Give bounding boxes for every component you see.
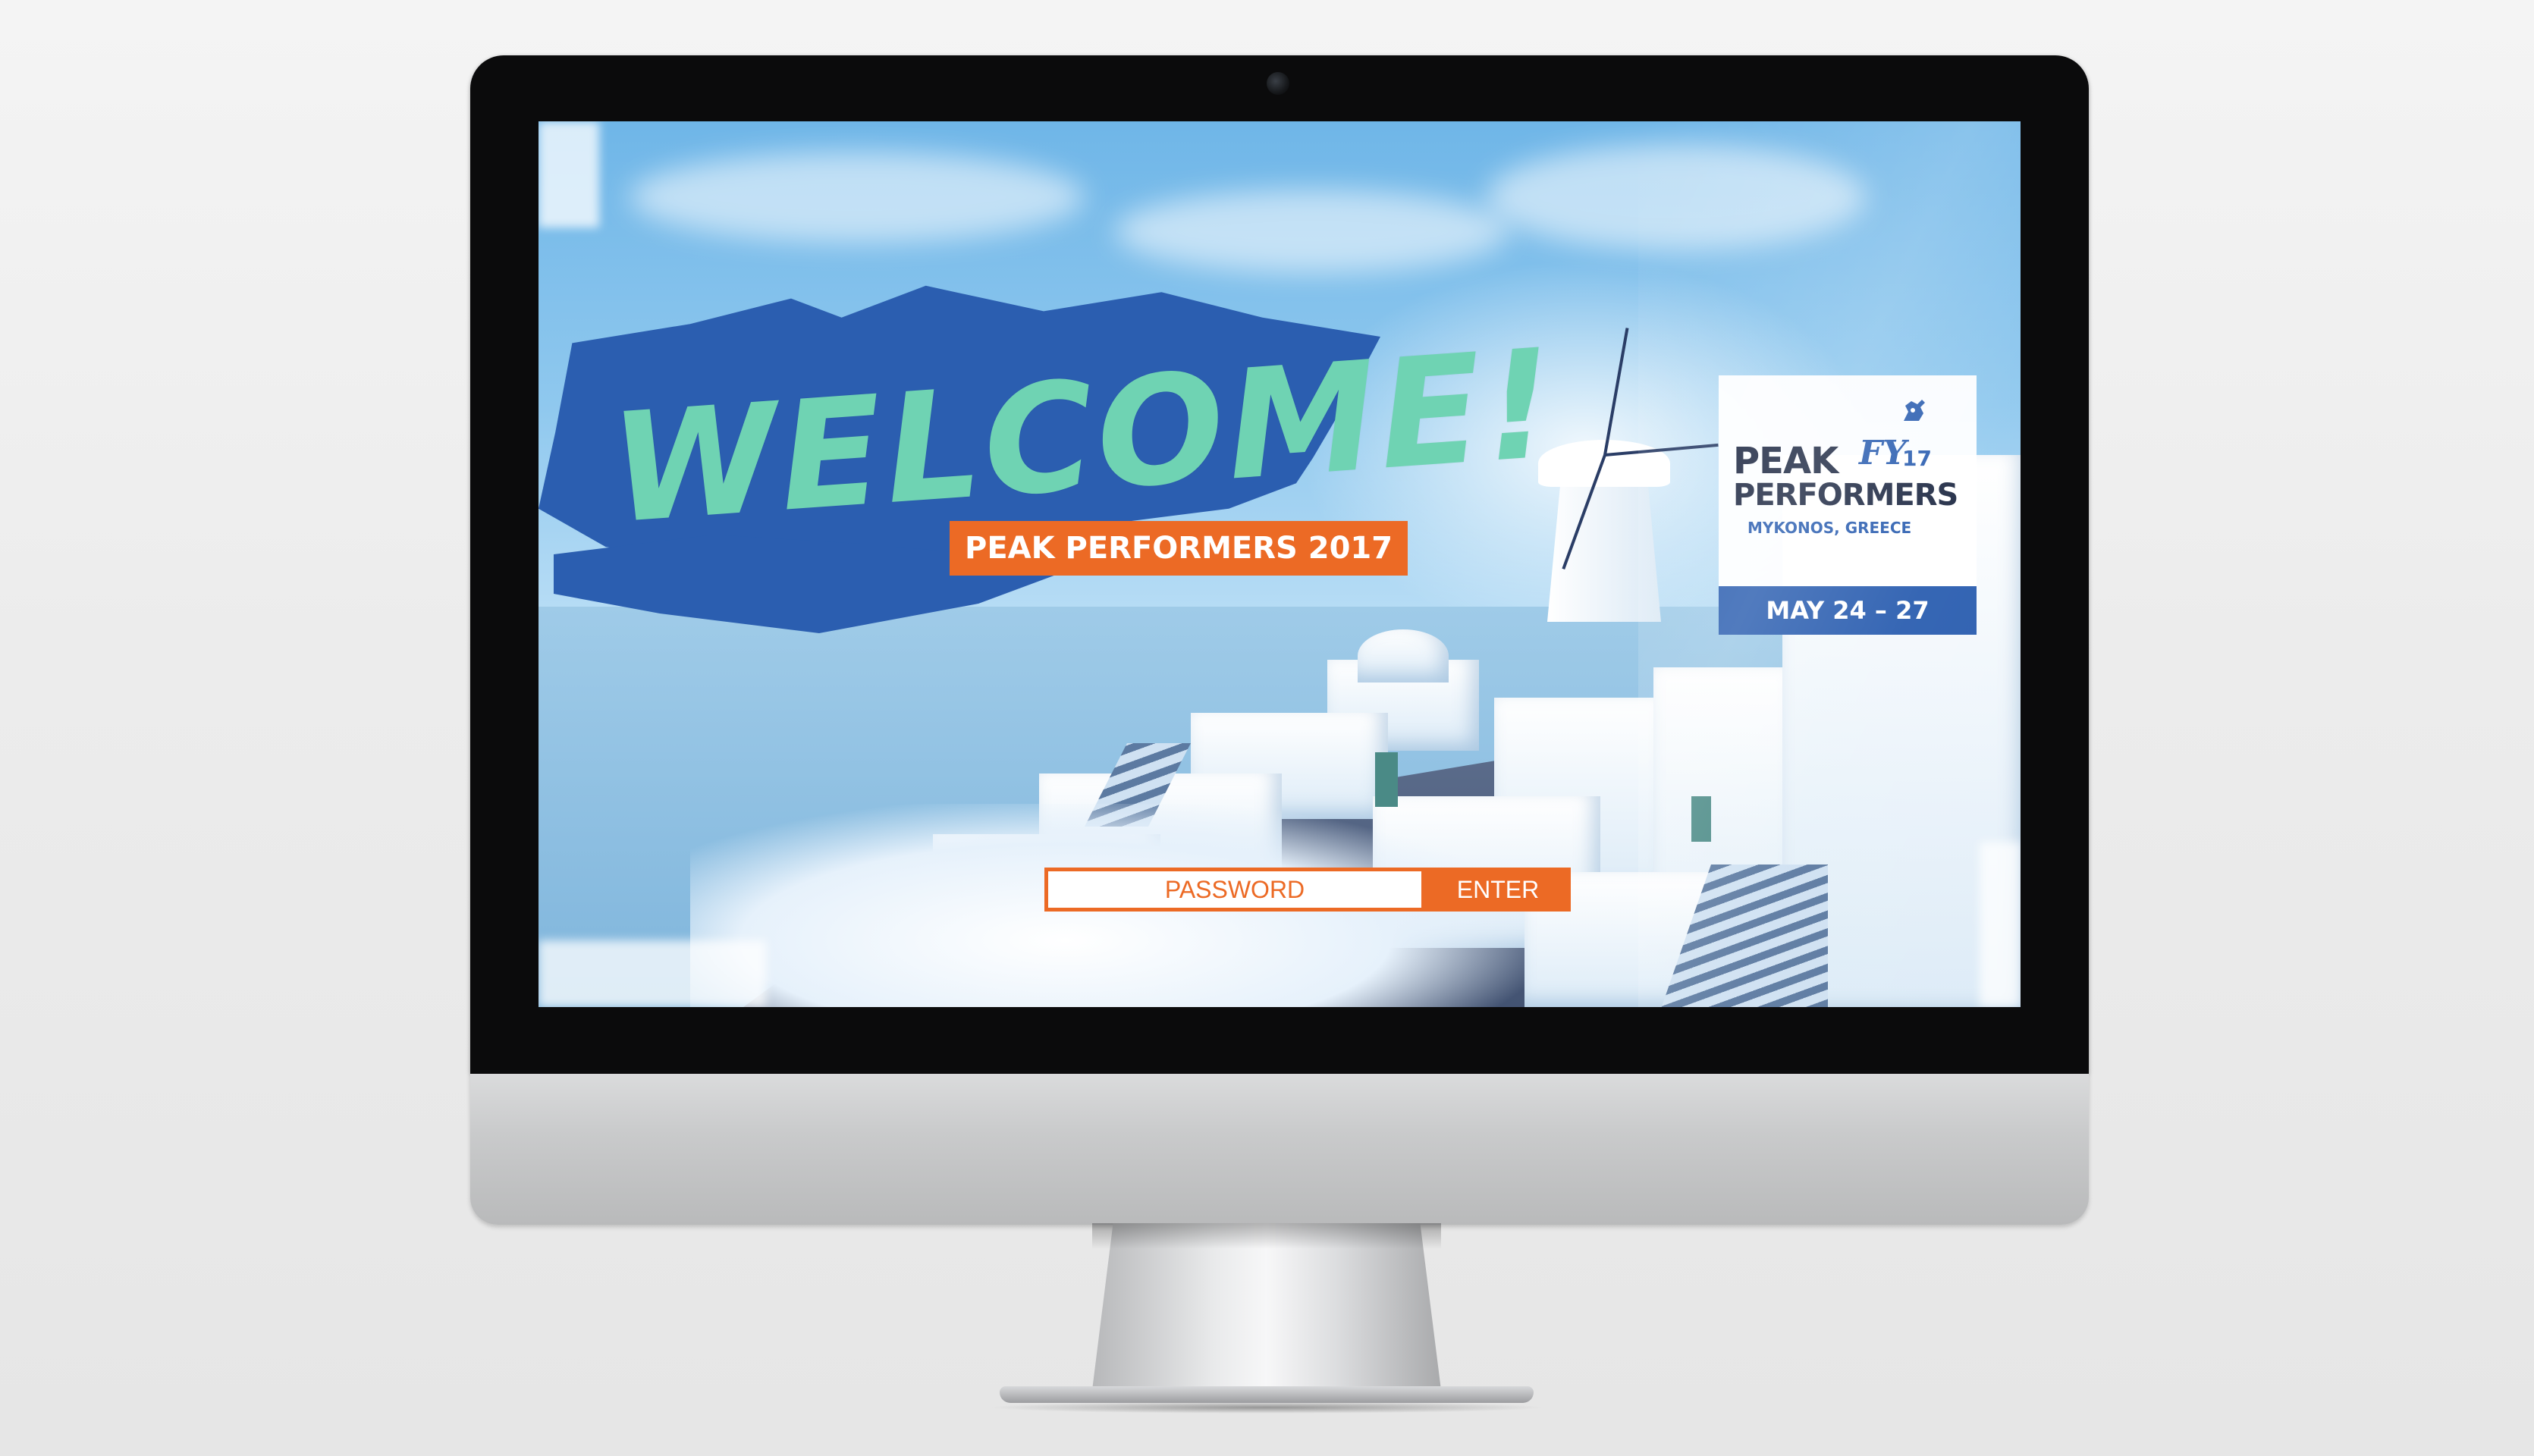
cloud [630,152,1085,243]
event-dates: MAY 24 – 27 [1719,586,1977,635]
logo-year-text: 17 [1902,446,1932,471]
cloud [1115,190,1509,273]
monitor-bezel: WELCOME! PEAK PERFORMERS 2017 PEAK FY 17… [470,55,2089,1074]
windmill-tower [1547,478,1661,622]
stand-shadow [1092,1223,1441,1249]
logo-fy-text: FY [1859,434,1907,472]
cloud [1487,144,1866,250]
logo-performers-text: PERFORMERS [1733,478,1958,513]
monitor-chin [470,1074,2089,1225]
brush-edge [539,121,599,228]
imac-monitor: WELCOME! PEAK PERFORMERS 2017 PEAK FY 17… [470,55,2089,1225]
password-form: ENTER [1044,868,1571,912]
base-shadow [986,1401,1547,1414]
monitor-base [1000,1386,1534,1403]
logo-peak-text: PEAK [1733,440,1838,482]
event-tagline: PEAK PERFORMERS 2017 [950,521,1408,576]
password-input[interactable] [1044,868,1425,912]
brush-edge [1980,842,2021,1007]
logo-location: MYKONOS, GREECE [1747,519,1912,537]
brush-edge [539,940,766,1007]
pegasus-icon [1904,400,1925,421]
screen: WELCOME! PEAK PERFORMERS 2017 PEAK FY 17… [539,121,2021,1007]
camera-icon [1267,72,1289,95]
enter-button[interactable]: ENTER [1425,868,1571,912]
